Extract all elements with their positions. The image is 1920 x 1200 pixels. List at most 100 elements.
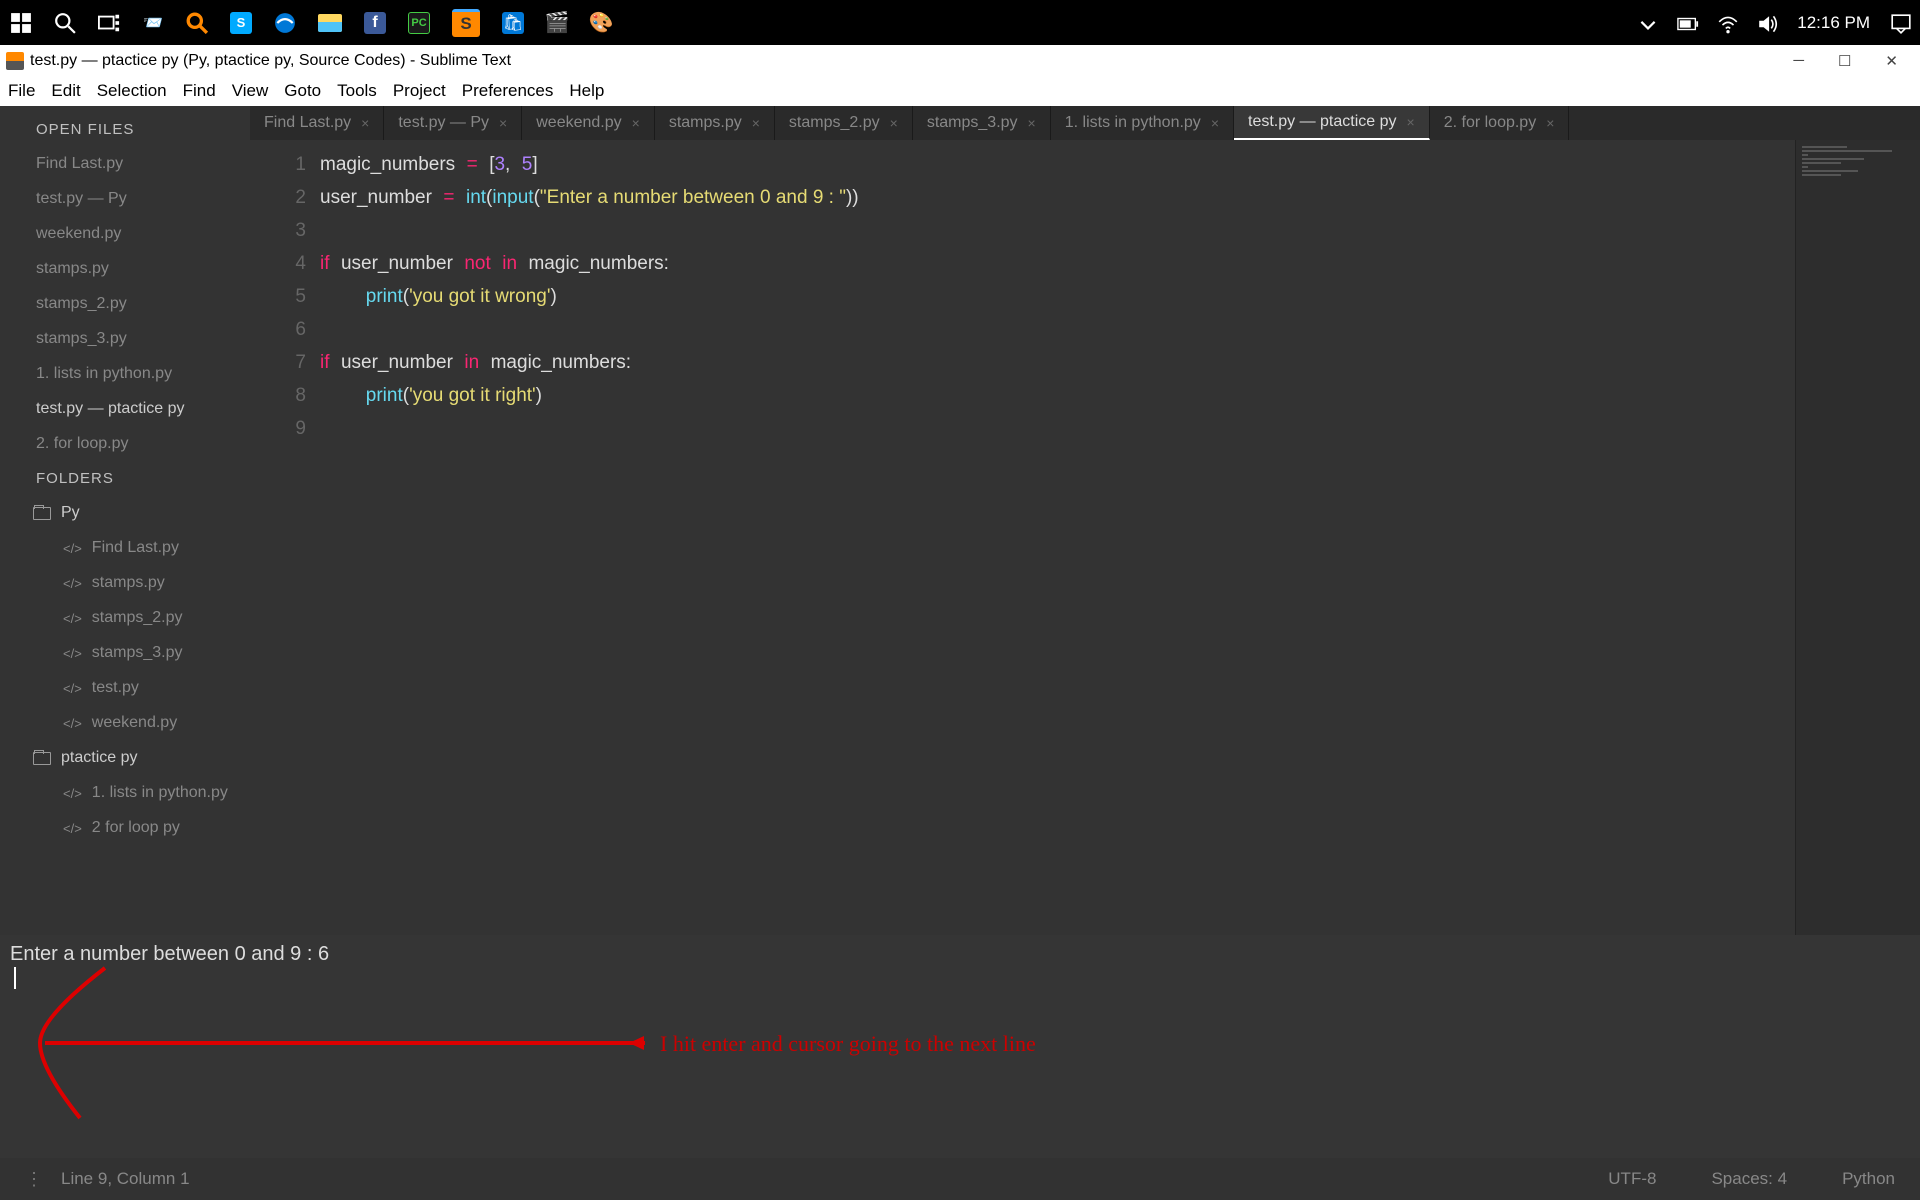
- code-content[interactable]: magic_numbers = [3, 5] user_number = int…: [320, 140, 1795, 935]
- minimize-button[interactable]: ─: [1793, 52, 1804, 70]
- tab[interactable]: test.py — Py×: [384, 106, 522, 140]
- folder-icon: [33, 752, 51, 765]
- tab[interactable]: stamps_3.py×: [913, 106, 1051, 140]
- minimap[interactable]: [1795, 140, 1920, 935]
- sublime-taskbar-icon[interactable]: S: [452, 9, 480, 37]
- close-icon[interactable]: ×: [1407, 114, 1415, 130]
- explorer-icon[interactable]: [318, 14, 342, 32]
- maximize-button[interactable]: ☐: [1838, 52, 1851, 70]
- wifi-icon[interactable]: [1717, 13, 1737, 33]
- folder-file-item[interactable]: </>1. lists in python.py: [63, 784, 250, 802]
- close-button[interactable]: ✕: [1885, 52, 1898, 70]
- chevron-up-icon[interactable]: [1637, 13, 1657, 33]
- open-file-item[interactable]: stamps_2.py: [36, 295, 250, 313]
- tab[interactable]: test.py — ptactice py×: [1234, 106, 1430, 140]
- notification-icon[interactable]: [1890, 13, 1910, 33]
- folder-file-item[interactable]: </>stamps.py: [63, 574, 250, 592]
- menu-help[interactable]: Help: [569, 81, 604, 101]
- window-titlebar: test.py — ptactice py (Py, ptactice py, …: [0, 45, 1920, 76]
- editor-area: Find Last.py× test.py — Py× weekend.py× …: [250, 106, 1920, 935]
- folder-file-item[interactable]: </>weekend.py: [63, 714, 250, 732]
- open-file-item[interactable]: 2. for loop.py: [36, 435, 250, 453]
- menu-view[interactable]: View: [232, 81, 269, 101]
- tab[interactable]: 2. for loop.py×: [1430, 106, 1570, 140]
- start-icon[interactable]: [10, 12, 32, 34]
- tab[interactable]: stamps.py×: [655, 106, 775, 140]
- search-icon[interactable]: [54, 12, 76, 34]
- app-icon-3[interactable]: S: [230, 12, 252, 34]
- battery-icon[interactable]: [1677, 13, 1697, 33]
- annotation-text: I hit enter and cursor going to the next…: [660, 1031, 1036, 1057]
- close-icon[interactable]: ×: [499, 115, 507, 131]
- tab[interactable]: weekend.py×: [522, 106, 655, 140]
- open-files-heading: OPEN FILES: [36, 121, 250, 138]
- menu-dots-icon[interactable]: ⋮: [25, 1169, 41, 1190]
- tabbar: Find Last.py× test.py — Py× weekend.py× …: [250, 106, 1920, 140]
- open-file-item[interactable]: weekend.py: [36, 225, 250, 243]
- store-icon[interactable]: 🛍: [502, 12, 524, 34]
- edge-icon[interactable]: [274, 12, 296, 34]
- open-file-item[interactable]: 1. lists in python.py: [36, 365, 250, 383]
- sidebar: OPEN FILES Find Last.py test.py — Py wee…: [0, 106, 250, 935]
- menu-selection[interactable]: Selection: [97, 81, 167, 101]
- menu-file[interactable]: File: [8, 81, 35, 101]
- close-icon[interactable]: ×: [632, 115, 640, 131]
- windows-taskbar: 📨 S f PC S 🛍 🎬 🎨 12:16 PM: [0, 0, 1920, 45]
- menu-preferences[interactable]: Preferences: [462, 81, 554, 101]
- folder-file-item[interactable]: </>test.py: [63, 679, 250, 697]
- app-icon-2[interactable]: [186, 12, 208, 34]
- folder-file-item[interactable]: </>stamps_3.py: [63, 644, 250, 662]
- menu-tools[interactable]: Tools: [337, 81, 377, 101]
- volume-icon[interactable]: [1757, 13, 1777, 33]
- code-file-icon: </>: [63, 576, 82, 591]
- open-file-item[interactable]: test.py — Py: [36, 190, 250, 208]
- open-file-item[interactable]: stamps.py: [36, 260, 250, 278]
- status-encoding[interactable]: UTF-8: [1608, 1169, 1656, 1189]
- taskbar-left: 📨 S f PC S 🛍 🎬 🎨: [10, 9, 612, 37]
- status-cursor-pos[interactable]: Line 9, Column 1: [61, 1169, 190, 1189]
- open-file-item[interactable]: stamps_3.py: [36, 330, 250, 348]
- folder-item[interactable]: ptactice py: [33, 749, 250, 767]
- movies-icon[interactable]: 🎬: [546, 12, 568, 34]
- sublime-app-icon: [6, 52, 24, 70]
- pycharm-icon[interactable]: PC: [408, 12, 430, 34]
- line-gutter: 123 456 789: [250, 140, 320, 935]
- build-output-console[interactable]: Enter a number between 0 and 9 : 6 I hit…: [0, 935, 1920, 1158]
- app-icon-1[interactable]: 📨: [142, 12, 164, 34]
- menu-goto[interactable]: Goto: [284, 81, 321, 101]
- code-file-icon: </>: [63, 646, 82, 661]
- code-file-icon: </>: [63, 541, 82, 556]
- close-icon[interactable]: ×: [1546, 115, 1554, 131]
- close-icon[interactable]: ×: [1028, 115, 1036, 131]
- code-file-icon: </>: [63, 821, 82, 836]
- close-icon[interactable]: ×: [361, 115, 369, 131]
- folder-file-item[interactable]: </>Find Last.py: [63, 539, 250, 557]
- paint-icon[interactable]: 🎨: [590, 12, 612, 34]
- facebook-icon[interactable]: f: [364, 12, 386, 34]
- tab[interactable]: stamps_2.py×: [775, 106, 913, 140]
- close-icon[interactable]: ×: [890, 115, 898, 131]
- code-file-icon: </>: [63, 786, 82, 801]
- open-file-item[interactable]: Find Last.py: [36, 155, 250, 173]
- folder-item[interactable]: Py: [33, 504, 250, 522]
- code-file-icon: </>: [63, 681, 82, 696]
- tab[interactable]: 1. lists in python.py×: [1051, 106, 1234, 140]
- tab[interactable]: Find Last.py×: [250, 106, 384, 140]
- code-pane[interactable]: 123 456 789 magic_numbers = [3, 5] user_…: [250, 140, 1920, 935]
- open-file-item[interactable]: test.py — ptactice py: [36, 400, 250, 418]
- close-icon[interactable]: ×: [752, 115, 760, 131]
- close-icon[interactable]: ×: [1211, 115, 1219, 131]
- taskview-icon[interactable]: [98, 12, 120, 34]
- menu-project[interactable]: Project: [393, 81, 446, 101]
- taskbar-clock[interactable]: 12:16 PM: [1797, 13, 1870, 33]
- annotation-arrow: [10, 963, 650, 1123]
- folder-file-item[interactable]: </>stamps_2.py: [63, 609, 250, 627]
- taskbar-right: 12:16 PM: [1637, 13, 1910, 33]
- code-file-icon: </>: [63, 716, 82, 731]
- menu-edit[interactable]: Edit: [51, 81, 80, 101]
- folder-file-item[interactable]: </>2 for loop py: [63, 819, 250, 837]
- status-language[interactable]: Python: [1842, 1169, 1895, 1189]
- status-spaces[interactable]: Spaces: 4: [1711, 1169, 1787, 1189]
- menu-find[interactable]: Find: [183, 81, 216, 101]
- window-title: test.py — ptactice py (Py, ptactice py, …: [30, 52, 511, 70]
